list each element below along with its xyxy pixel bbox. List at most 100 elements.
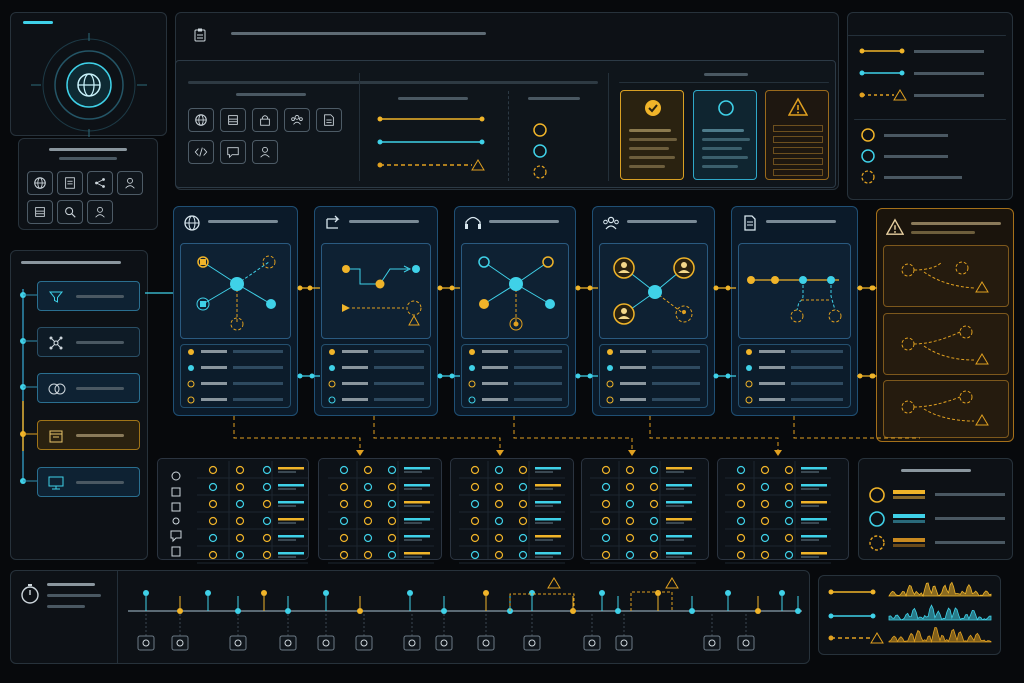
timeline-event[interactable] [795, 608, 801, 614]
table-status-dot[interactable] [494, 533, 504, 543]
table-status-dot[interactable] [760, 499, 770, 509]
table-status-dot[interactable] [625, 533, 635, 543]
timeline-event[interactable] [779, 590, 785, 596]
table-status-dot[interactable] [784, 533, 794, 543]
table-status-dot[interactable] [262, 465, 272, 475]
table-status-dot[interactable] [470, 499, 480, 509]
table-status-dot[interactable] [262, 482, 272, 492]
table-status-dot[interactable] [339, 516, 349, 526]
timeline-event[interactable] [205, 590, 211, 596]
lock-icon[interactable] [252, 108, 278, 132]
table-status-dot[interactable] [784, 516, 794, 526]
search-icon[interactable] [317, 635, 335, 651]
table-status-dot[interactable] [736, 516, 746, 526]
user-icon[interactable] [87, 200, 113, 224]
table-status-dot[interactable] [736, 499, 746, 509]
table-status-dot[interactable] [601, 550, 611, 560]
table-status-dot[interactable] [760, 516, 770, 526]
server-icon[interactable] [27, 200, 53, 224]
timeline-event[interactable] [407, 590, 413, 596]
table-status-dot[interactable] [760, 482, 770, 492]
timeline-event[interactable] [615, 608, 621, 614]
table-status-dot[interactable] [649, 516, 659, 526]
table-status-dot[interactable] [518, 516, 528, 526]
table-status-dot[interactable] [649, 499, 659, 509]
share-icon[interactable] [477, 635, 495, 651]
table-status-dot[interactable] [601, 516, 611, 526]
table-status-dot[interactable] [470, 516, 480, 526]
table-status-dot[interactable] [736, 482, 746, 492]
user-icon[interactable] [117, 171, 143, 195]
table-status-dot[interactable] [625, 499, 635, 509]
table-status-dot[interactable] [601, 482, 611, 492]
table-status-dot[interactable] [470, 482, 480, 492]
table-status-dot[interactable] [387, 533, 397, 543]
table-status-dot[interactable] [363, 533, 373, 543]
table-status-dot[interactable] [208, 516, 218, 526]
table-status-dot[interactable] [208, 499, 218, 509]
table-status-dot[interactable] [625, 516, 635, 526]
table-status-dot[interactable] [784, 482, 794, 492]
table-status-dot[interactable] [363, 516, 373, 526]
table-status-dot[interactable] [339, 465, 349, 475]
table-status-dot[interactable] [339, 499, 349, 509]
warning-icon[interactable] [547, 577, 561, 589]
chat-icon[interactable] [615, 635, 633, 651]
timeline-event[interactable] [261, 590, 267, 596]
search-icon[interactable] [57, 200, 83, 224]
chat-icon[interactable] [355, 635, 373, 651]
workflow-stage-1[interactable] [173, 206, 298, 416]
chat-icon[interactable] [220, 140, 246, 164]
table-status-dot[interactable] [518, 482, 528, 492]
table-status-dot[interactable] [736, 465, 746, 475]
table-status-dot[interactable] [387, 465, 397, 475]
timeline-event[interactable] [755, 608, 761, 614]
table-status-dot[interactable] [494, 516, 504, 526]
table-status-dot[interactable] [208, 550, 218, 560]
table-status-dot[interactable] [784, 550, 794, 560]
table-status-dot[interactable] [363, 482, 373, 492]
table-status-dot[interactable] [235, 516, 245, 526]
table-status-dot[interactable] [363, 550, 373, 560]
table-status-dot[interactable] [784, 465, 794, 475]
user-icon[interactable] [403, 635, 421, 651]
stopwatch-icon[interactable] [19, 583, 41, 605]
table-status-dot[interactable] [235, 465, 245, 475]
table-status-dot[interactable] [262, 550, 272, 560]
timeline-event[interactable] [441, 608, 447, 614]
table-status-dot[interactable] [387, 516, 397, 526]
clipboard-icon[interactable] [192, 27, 208, 43]
table-status-dot[interactable] [235, 533, 245, 543]
table-status-dot[interactable] [262, 533, 272, 543]
table-status-dot[interactable] [470, 550, 480, 560]
lock-icon[interactable] [229, 635, 247, 651]
timeline-event[interactable] [323, 590, 329, 596]
table-status-dot[interactable] [262, 516, 272, 526]
table-status-dot[interactable] [235, 499, 245, 509]
user-icon[interactable] [703, 635, 721, 651]
document-icon[interactable] [316, 108, 342, 132]
table-status-dot[interactable] [736, 550, 746, 560]
share-icon[interactable] [87, 171, 113, 195]
table-status-dot[interactable] [387, 550, 397, 560]
users-icon[interactable] [279, 635, 297, 651]
table-status-dot[interactable] [625, 550, 635, 560]
table-status-dot[interactable] [625, 482, 635, 492]
table-status-dot[interactable] [760, 550, 770, 560]
table-status-dot[interactable] [518, 499, 528, 509]
table-status-dot[interactable] [339, 550, 349, 560]
table-status-dot[interactable] [208, 533, 218, 543]
server-icon[interactable] [220, 108, 246, 132]
globe-icon[interactable] [137, 635, 155, 651]
users-icon[interactable] [284, 108, 310, 132]
table-status-dot[interactable] [494, 499, 504, 509]
table-status-dot[interactable] [235, 550, 245, 560]
table-status-dot[interactable] [784, 499, 794, 509]
table-status-dot[interactable] [494, 550, 504, 560]
table-status-dot[interactable] [235, 482, 245, 492]
table-status-dot[interactable] [363, 499, 373, 509]
timeline-event[interactable] [599, 590, 605, 596]
pipeline-item-network[interactable] [37, 327, 140, 357]
table-status-dot[interactable] [262, 499, 272, 509]
alert-item[interactable] [883, 313, 1009, 375]
